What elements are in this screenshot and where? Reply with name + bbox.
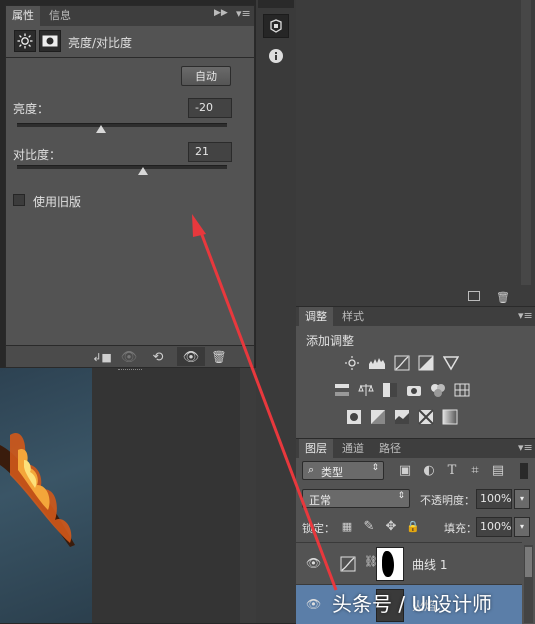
annotation-arrow [192,214,338,591]
watermark-text: 头条号 / UI设计师 [332,592,492,616]
